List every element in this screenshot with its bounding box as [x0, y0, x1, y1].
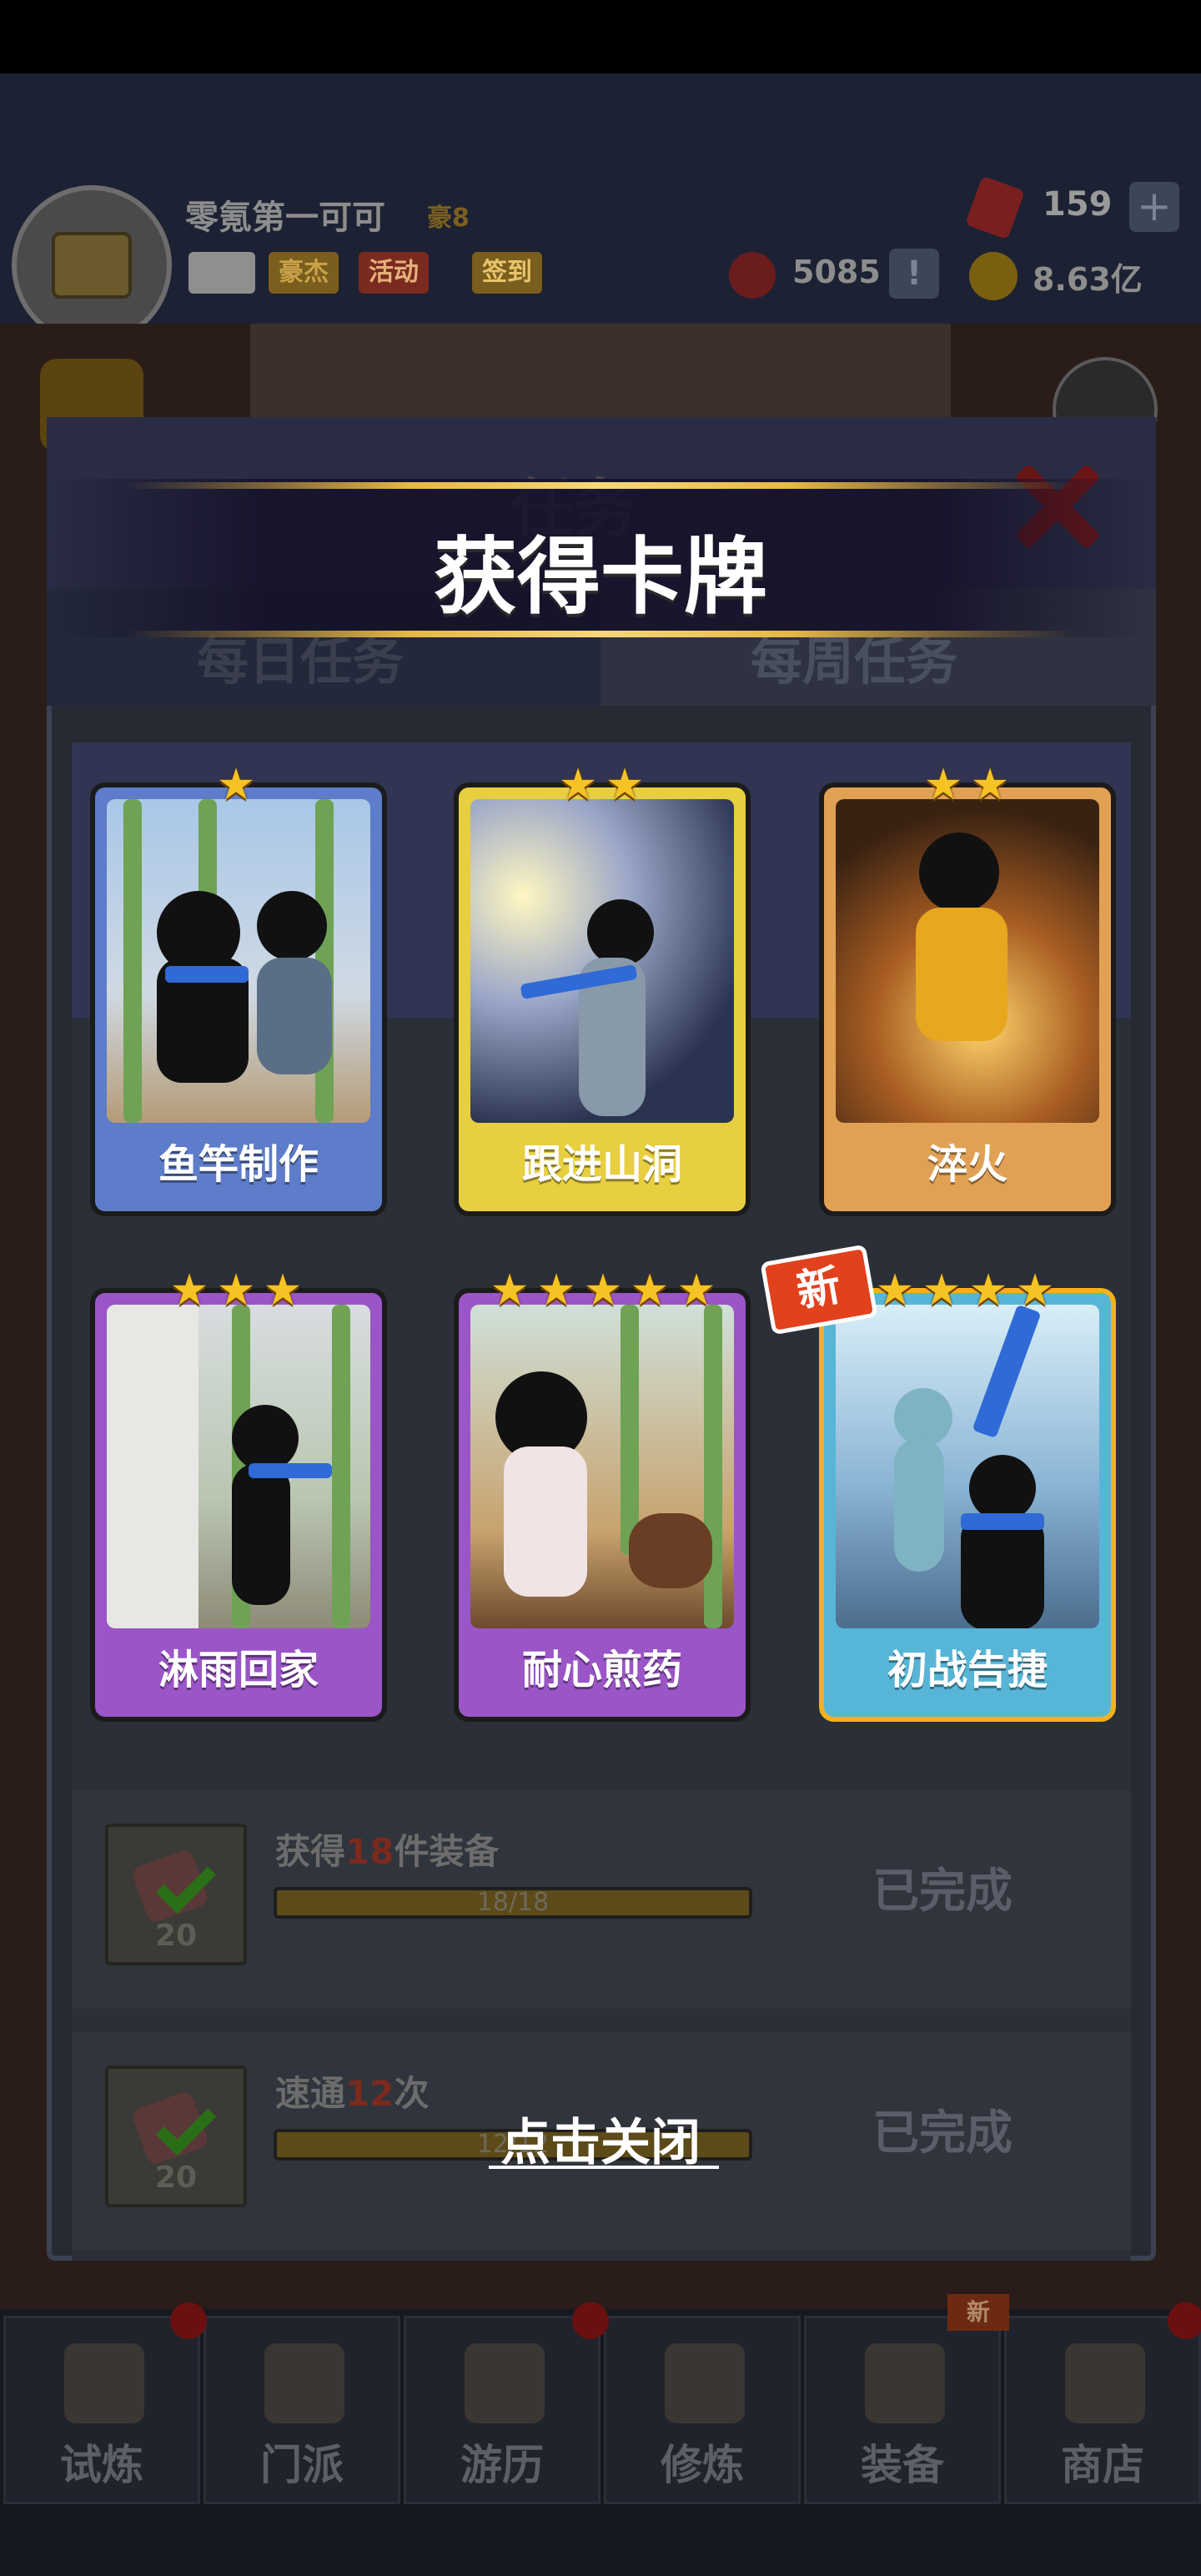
task-progress-text: 18/18	[476, 1888, 550, 1917]
mail-icon[interactable]	[188, 252, 255, 294]
card-name: 耐心煎药	[521, 1647, 682, 1693]
nav-label: 试炼	[60, 2441, 143, 2489]
notification-dot	[572, 2302, 609, 2339]
nav-label: 修炼	[661, 2441, 744, 2489]
info-button[interactable]: !	[889, 249, 939, 299]
book-icon	[665, 2343, 745, 2423]
notification-dot	[170, 2302, 207, 2339]
star-icon: ★	[875, 1265, 915, 1316]
gold-divider-top	[125, 482, 1076, 489]
star-icon: ★	[216, 760, 256, 810]
star-icon: ★	[968, 1265, 1008, 1316]
nav-travel[interactable]: 游历	[404, 2316, 600, 2504]
medal-count: 5085	[792, 254, 881, 290]
nav-label: 装备	[861, 2441, 944, 2489]
chest-icon	[52, 232, 132, 299]
player-avatar[interactable]	[12, 185, 172, 345]
gem-count: 159	[1043, 185, 1113, 224]
card-brew-medicine[interactable]: 耐心煎药	[454, 1288, 751, 1722]
star-icon: ★	[169, 1265, 209, 1316]
task-status: 已完成	[872, 1864, 1013, 1919]
status-bar	[0, 0, 1201, 73]
card-stars: ★ ★	[555, 762, 647, 809]
card-art	[470, 799, 734, 1123]
nav-shop[interactable]: 商店	[1004, 2316, 1201, 2504]
star-icon: ★	[605, 760, 645, 810]
new-tag: 新	[947, 2294, 1009, 2331]
reward-icon: 20	[105, 1824, 247, 1965]
card-fishing-rod[interactable]: 鱼竿制作	[90, 782, 387, 1216]
task-description: 获得18件装备	[275, 1831, 500, 1872]
star-icon: ★	[490, 1265, 530, 1316]
star-icon: ★	[536, 1265, 576, 1316]
shop-icon	[1065, 2343, 1145, 2423]
heroes-button[interactable]: 豪杰	[269, 252, 339, 294]
star-icon: ★	[970, 760, 1010, 810]
gold-count: 8.63亿	[1033, 261, 1143, 298]
card-stars: ★ ★	[921, 762, 1013, 809]
notification-dot	[1168, 2302, 1201, 2339]
gold-divider-bottom	[125, 631, 1076, 637]
nav-sect[interactable]: 门派	[204, 2316, 400, 2504]
card-quench[interactable]: 淬火	[819, 782, 1116, 1216]
card-name: 淋雨回家	[158, 1647, 319, 1693]
modal-title: 获得卡牌	[434, 528, 767, 626]
add-gems-button[interactable]: +	[1129, 182, 1179, 232]
card-stars: ★	[214, 762, 259, 809]
star-icon: ★	[630, 1265, 670, 1316]
card-name: 初战告捷	[887, 1647, 1048, 1693]
star-icon: ★	[558, 760, 598, 810]
card-first-victory[interactable]: 初战告捷	[819, 1288, 1116, 1722]
card-art	[470, 1305, 734, 1628]
events-button[interactable]: 活动	[359, 252, 429, 294]
medal-icon	[729, 252, 776, 299]
card-art	[836, 799, 1099, 1123]
player-name: 零氪第一可可	[185, 199, 385, 237]
nav-label: 游历	[460, 2441, 544, 2489]
close-hint-underline	[489, 2166, 719, 2169]
card-art	[836, 1305, 1099, 1628]
nav-cultivate[interactable]: 修炼	[604, 2316, 801, 2504]
ninja-icon	[64, 2343, 144, 2423]
card-follow-cave[interactable]: 跟进山洞	[454, 782, 751, 1216]
star-icon: ★	[923, 760, 963, 810]
star-icon: ★	[583, 1265, 623, 1316]
nav-trial[interactable]: 试炼	[3, 2316, 200, 2504]
nav-label: 门派	[260, 2441, 344, 2489]
nav-equipment[interactable]: 装备	[804, 2316, 1001, 2504]
sword-icon	[865, 2343, 945, 2423]
card-name: 淬火	[927, 1141, 1008, 1188]
star-icon: ★	[676, 1265, 716, 1316]
card-art	[107, 1305, 370, 1628]
card-stars: ★ ★ ★	[167, 1268, 305, 1315]
nav-label: 商店	[1061, 2441, 1144, 2489]
card-name: 鱼竿制作	[158, 1141, 319, 1188]
card-name: 跟进山洞	[521, 1141, 682, 1188]
card-stars: ★ ★ ★ ★ ★	[487, 1268, 719, 1315]
vip-level: 豪8	[427, 204, 470, 233]
checkin-button[interactable]: 签到	[472, 252, 542, 294]
star-icon: ★	[263, 1265, 303, 1316]
coin-icon	[969, 252, 1018, 300]
card-art	[107, 799, 370, 1123]
star-icon: ★	[1015, 1265, 1055, 1316]
reward-amount: 20	[154, 1919, 198, 1953]
tap-to-close[interactable]: 点击关闭	[0, 2102, 1201, 2175]
card-rain-home[interactable]: 淋雨回家	[90, 1288, 387, 1722]
temple-icon	[264, 2343, 344, 2423]
star-icon: ★	[922, 1265, 962, 1316]
star-icon: ★	[216, 1265, 256, 1316]
mountain-icon	[465, 2343, 545, 2423]
task-row: 20 获得18件装备 18/18 已完成	[72, 1790, 1131, 2009]
card-stars: ★ ★ ★ ★	[872, 1268, 1058, 1315]
